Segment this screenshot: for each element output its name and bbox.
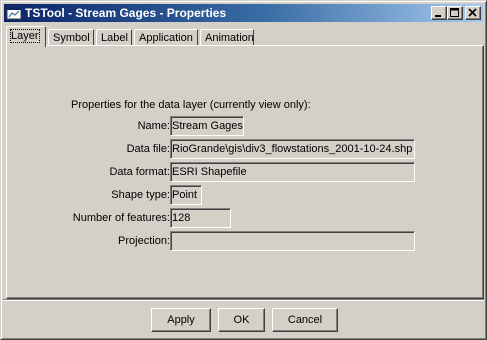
tab-animation[interactable]: Animation bbox=[200, 29, 254, 46]
name-label: Name: bbox=[137, 120, 170, 132]
tab-symbol-label: Symbol bbox=[53, 32, 90, 44]
tab-label-label: Label bbox=[101, 32, 128, 44]
window-title: TSTool - Stream Gages - Properties bbox=[25, 6, 227, 20]
close-button[interactable] bbox=[465, 6, 481, 20]
projection-label: Projection: bbox=[118, 235, 170, 247]
tab-layer[interactable]: Layer bbox=[6, 26, 46, 47]
footer-separator bbox=[3, 299, 484, 301]
ok-button[interactable]: OK bbox=[218, 308, 265, 332]
data-format-field[interactable]: ESRI Shapefile bbox=[170, 162, 415, 182]
name-field[interactable]: Stream Gages bbox=[170, 116, 244, 136]
tab-label[interactable]: Label bbox=[96, 29, 132, 46]
feature-count-label: Number of features: bbox=[72, 212, 170, 224]
data-file-label: Data file: bbox=[126, 143, 170, 155]
layer-heading: Properties for the data layer (currently… bbox=[71, 99, 311, 111]
maximize-button[interactable] bbox=[447, 6, 463, 20]
maximize-icon bbox=[450, 8, 459, 17]
properties-window: TSTool - Stream Gages - Properties Layer… bbox=[0, 0, 487, 340]
tab-animation-label: Animation bbox=[205, 32, 254, 44]
tab-layer-label: Layer bbox=[10, 29, 40, 43]
layer-panel: Properties for the data layer (currently… bbox=[6, 45, 484, 299]
apply-button[interactable]: Apply bbox=[151, 308, 211, 332]
app-window-icon bbox=[6, 5, 22, 21]
shape-type-field[interactable]: Point bbox=[170, 185, 202, 205]
tab-symbol[interactable]: Symbol bbox=[48, 29, 94, 46]
minimize-icon bbox=[435, 15, 441, 17]
tab-strip: Layer Symbol Label Application Animation bbox=[6, 26, 484, 47]
data-format-label: Data format: bbox=[109, 166, 170, 178]
tab-application[interactable]: Application bbox=[134, 29, 198, 46]
projection-field[interactable] bbox=[170, 231, 415, 251]
tab-application-label: Application bbox=[139, 32, 193, 44]
shape-type-label: Shape type: bbox=[111, 189, 170, 201]
minimize-button[interactable] bbox=[431, 6, 447, 20]
title-bar[interactable]: TSTool - Stream Gages - Properties bbox=[4, 4, 483, 22]
cancel-button[interactable]: Cancel bbox=[272, 308, 338, 332]
close-icon bbox=[468, 8, 477, 17]
feature-count-field[interactable]: 128 bbox=[170, 208, 231, 228]
data-file-field[interactable]: RioGrande\gis\div3_flowstations_2001-10-… bbox=[170, 139, 415, 159]
